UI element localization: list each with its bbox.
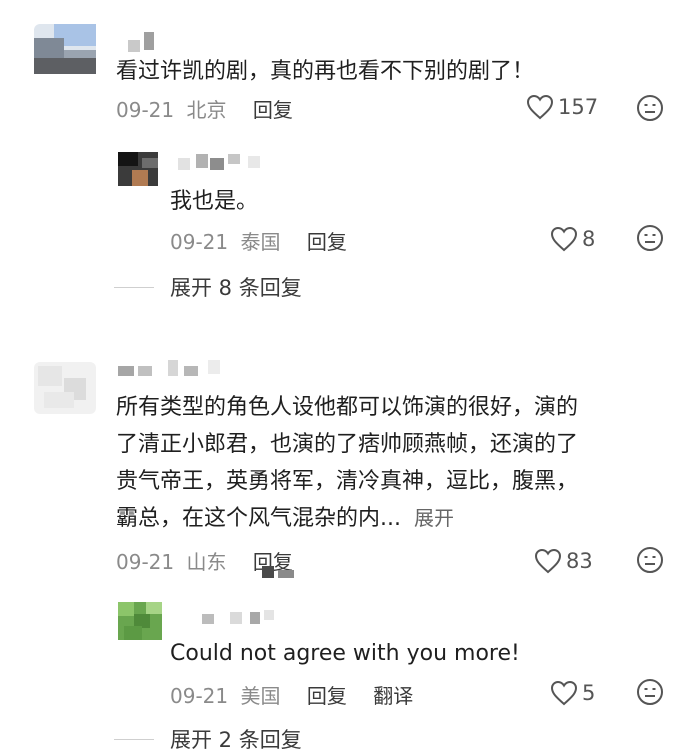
comment-date: 09-21 [116, 550, 175, 574]
avatar[interactable] [118, 152, 158, 186]
unhappy-face-icon[interactable] [636, 94, 664, 122]
expand-replies-label: 展开 2 条回复 [170, 728, 302, 752]
translate-button[interactable]: 翻译 [373, 684, 413, 708]
divider-line [114, 738, 154, 740]
unhappy-face-icon[interactable] [636, 678, 664, 706]
username-blurred[interactable] [196, 608, 276, 626]
avatar[interactable] [118, 602, 162, 640]
reply-location: 美国 [240, 684, 281, 708]
like-count: 157 [558, 95, 599, 119]
truncated-text: 霸总，在这个风气混杂的内... [116, 506, 401, 531]
expand-text-link[interactable]: 展开 [414, 506, 454, 530]
comment-text-line: 所有类型的角色人设他都可以饰演的很好，演的 [116, 395, 579, 420]
like-count: 5 [582, 681, 596, 705]
divider-line [114, 286, 154, 288]
avatar[interactable] [34, 362, 96, 414]
reply-button[interactable]: 回复 [307, 684, 347, 708]
expand-replies-button[interactable]: 展开 2 条回复 [114, 724, 302, 754]
reply-button[interactable]: 回复 [253, 98, 293, 122]
unhappy-face-icon[interactable] [636, 224, 664, 252]
username-blurred[interactable] [118, 356, 228, 378]
reply-text: Could not agree with you more! [170, 641, 520, 666]
avatar[interactable] [34, 24, 96, 74]
unhappy-face-icon[interactable] [636, 546, 664, 574]
heart-outline-icon [534, 548, 562, 574]
reply-text: 我也是。 [170, 189, 259, 214]
like-button[interactable]: 8 [550, 226, 595, 252]
reply-location: 泰国 [240, 230, 281, 254]
like-button[interactable]: 157 [526, 94, 598, 120]
username-blurred[interactable] [128, 30, 168, 52]
comment-meta: 09-21 北京 回复 [116, 94, 293, 123]
comment-date: 09-21 [116, 98, 175, 122]
like-count: 8 [582, 227, 596, 251]
reply-button[interactable]: 回复 [307, 230, 347, 254]
expand-replies-button[interactable]: 展开 8 条回复 [114, 272, 302, 302]
heart-outline-icon [526, 94, 554, 120]
reply-meta: 09-21 美国 回复 翻译 [170, 680, 413, 709]
comment-location: 北京 [186, 98, 227, 122]
comment-text: 看过许凯的剧，真的再也看不下别的剧了！ [116, 59, 535, 84]
reply-date: 09-21 [170, 230, 229, 254]
expand-replies-label: 展开 8 条回复 [170, 276, 302, 300]
reply-date: 09-21 [170, 684, 229, 708]
like-button[interactable]: 83 [534, 548, 593, 574]
reply-meta: 09-21 泰国 回复 [170, 226, 347, 255]
comment-location: 山东 [186, 550, 227, 574]
heart-outline-icon [550, 680, 578, 706]
comment-text-line: 霸总，在这个风气混杂的内... 展开 [116, 503, 454, 534]
like-count: 83 [566, 549, 593, 573]
heart-outline-icon [550, 226, 578, 252]
username-blurred[interactable] [178, 152, 268, 172]
comment-text-line: 贵气帝王，英勇将军，清冷真神，逗比，腹黑， [116, 469, 579, 494]
like-button[interactable]: 5 [550, 680, 595, 706]
comment-text-line: 了清正小郎君，也演的了痞帅顾燕帧，还演的了 [116, 432, 579, 457]
blur-patch [250, 558, 298, 580]
